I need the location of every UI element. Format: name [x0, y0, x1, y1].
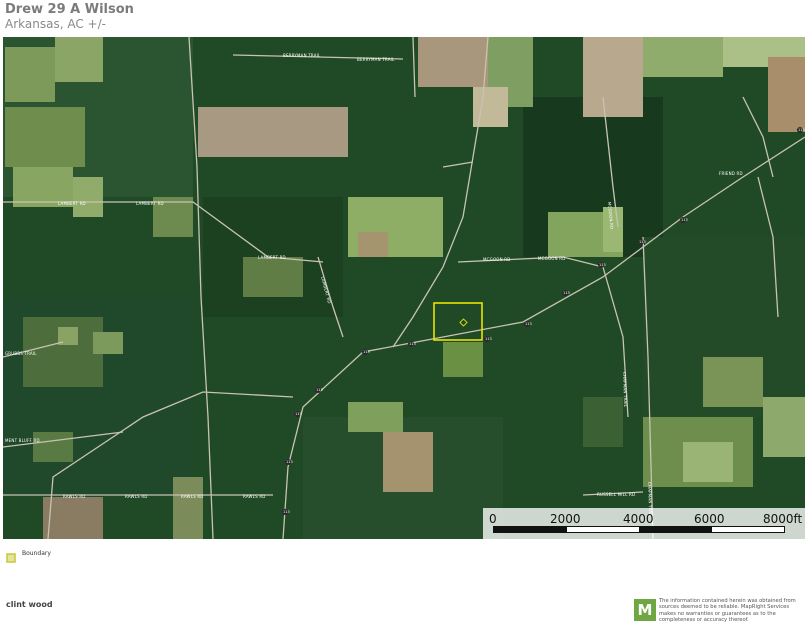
scale-bar: 0 2000 4000 6000 8000ft	[483, 508, 805, 539]
disclaimer-text: The information contained herein was obt…	[659, 598, 796, 624]
road-label-ment-bluff: MENT BLUFF RD	[5, 438, 40, 443]
legend-boundary-label: Boundary	[22, 549, 51, 557]
map-subtitle: Arkansas, AC +/-	[5, 17, 106, 31]
mapright-logo-icon: M	[634, 599, 656, 621]
scale-tick-0: 0	[489, 512, 497, 526]
scale-tick-2000: 2000	[550, 512, 581, 526]
road-label-friend: FRIEND RD	[719, 171, 743, 176]
shield-113: 113	[295, 412, 302, 416]
road-label-berryman-2: BERRYMAN TRAIL	[357, 57, 395, 62]
scale-tick-8000: 8000ft	[763, 512, 803, 526]
road-label-lambert-3: LAMBERT RD	[258, 255, 286, 260]
road-label-rawls-4: RAWLS RD	[243, 494, 266, 499]
scale-tick-4000: 4000	[623, 512, 654, 526]
boundary-swatch-icon	[6, 548, 16, 563]
shield-113: 113	[286, 460, 293, 464]
shield-113: 113	[681, 218, 688, 222]
scale-tick-6000: 6000	[694, 512, 725, 526]
satellite-map[interactable]: BERRYMAN TRAIL BERRYMAN TRAIL LAMBERT RD…	[3, 37, 805, 539]
shield-113: 113	[798, 128, 805, 132]
shield-113: 113	[639, 240, 646, 244]
map-imagery: BERRYMAN TRAIL BERRYMAN TRAIL LAMBERT RD…	[3, 37, 805, 539]
road-label-rawls-1: RAWLS RD	[63, 494, 86, 499]
road-label-grubbs: GRUBBS TRAIL	[5, 351, 37, 356]
shield-113: 113	[599, 263, 606, 267]
road-label-berryman-1: BERRYMAN TRAIL	[283, 53, 321, 58]
shield-113: 113	[525, 322, 532, 326]
road-label-mcgoon-1: MCGOON RD	[483, 257, 511, 262]
road-label-rawls-3: RAWLS RD	[181, 494, 204, 499]
road-label-russell-mill: RUSSELL MILL RD	[597, 492, 635, 497]
shield-113: 113	[283, 510, 290, 514]
map-title: Drew 29 A Wilson	[5, 2, 134, 17]
shield-113: 113	[363, 350, 370, 354]
road-label-lambert-2: LAMBERT RD	[136, 201, 164, 206]
shield-113: 113	[409, 342, 416, 346]
legend: Boundary	[6, 548, 51, 563]
author-name: clint wood	[6, 600, 53, 609]
road-label-mcgoon-2: MCGOON RD	[538, 256, 566, 261]
road-label-lambert-1: LAMBERT RD	[58, 201, 86, 206]
road-label-rawls-2: RAWLS RD	[125, 494, 148, 499]
scale-bar-segments	[493, 526, 785, 533]
shield-113: 113	[316, 388, 323, 392]
shield-113: 113	[485, 337, 492, 341]
shield-113: 113	[563, 291, 570, 295]
